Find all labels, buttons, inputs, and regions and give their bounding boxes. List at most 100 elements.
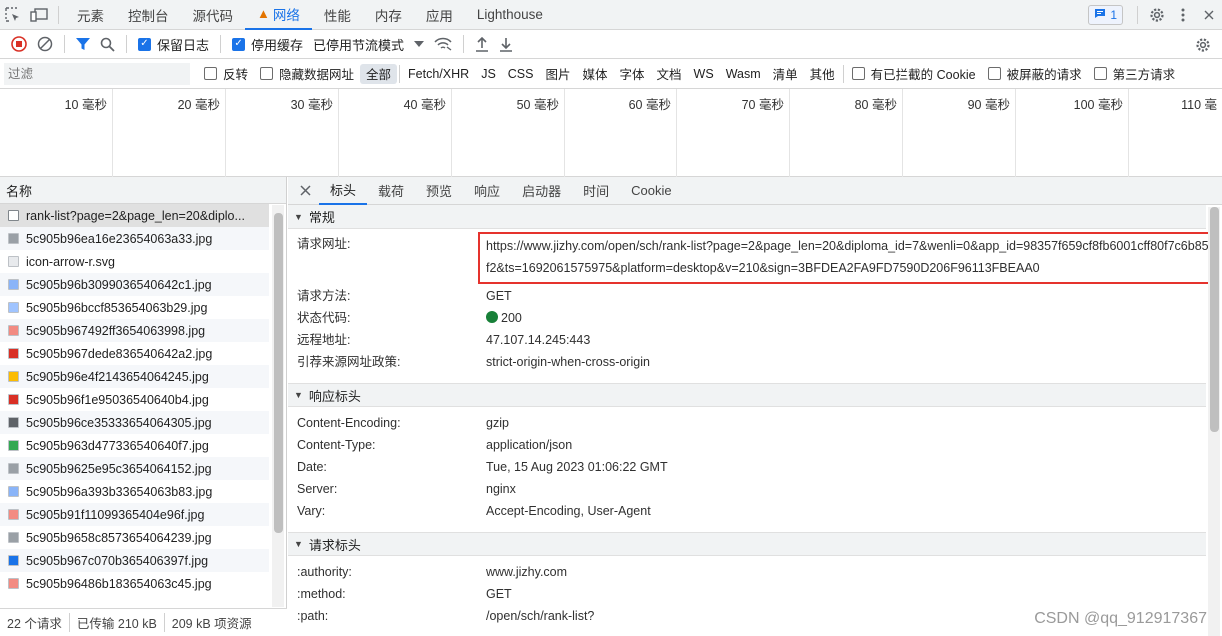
tab-console[interactable]: 控制台 [116, 0, 181, 30]
detail-scrollbar[interactable] [1208, 207, 1220, 636]
filter-type-wasm[interactable]: Wasm [720, 64, 767, 84]
tab-response[interactable]: 响应 [463, 177, 511, 205]
tab-lighthouse[interactable]: Lighthouse [465, 0, 555, 30]
request-row[interactable]: 5c905b963d477336540640f7.jpg [0, 434, 269, 457]
scrollbar-thumb[interactable] [274, 213, 283, 533]
tab-performance[interactable]: 性能 [312, 0, 363, 30]
request-row[interactable]: 5c905b967c070b365406397f.jpg [0, 549, 269, 572]
filter-type-css[interactable]: CSS [502, 64, 540, 84]
issues-badge[interactable]: 1 [1088, 5, 1123, 25]
filter-type-fetch-xhr[interactable]: Fetch/XHR [402, 64, 475, 84]
request-row[interactable]: 5c905b91f11099365404e96f.jpg [0, 503, 269, 526]
third-party-checkbox[interactable]: 第三方请求 [1088, 64, 1182, 84]
filter-type-js[interactable]: JS [475, 64, 502, 84]
tab-sources[interactable]: 源代码 [181, 0, 246, 30]
request-row[interactable]: 5c905b967dede836540642a2.jpg [0, 342, 269, 365]
request-name: icon-arrow-r.svg [26, 254, 115, 269]
tab-preview[interactable]: 预览 [415, 177, 463, 205]
request-row[interactable]: 5c905b96f1e95036540640b4.jpg [0, 388, 269, 411]
header-row: :authority: www.jizhy.com [288, 561, 1206, 583]
request-row[interactable]: rank-list?page=2&page_len=20&diplo... [0, 204, 269, 227]
blocked-cookies-checkbox[interactable]: 有已拦截的 Cookie [846, 64, 982, 84]
request-row[interactable]: 5c905b96e4f2143654064245.jpg [0, 365, 269, 388]
issues-count: 1 [1110, 8, 1117, 22]
close-detail-icon[interactable] [288, 177, 319, 205]
request-row[interactable]: 5c905b96b3099036540642c1.jpg [0, 273, 269, 296]
preserve-log-checkbox[interactable]: ✓ 保留日志 [133, 30, 214, 59]
blocked-requests-checkbox[interactable]: 被屏蔽的请求 [982, 64, 1088, 84]
timeline-overview[interactable]: 10 毫秒 20 毫秒 30 毫秒 40 毫秒 50 毫秒 60 毫秒 70 毫… [0, 89, 1222, 177]
general-section-header[interactable]: ▼ 常规 [288, 205, 1206, 229]
tab-memory[interactable]: 内存 [363, 0, 414, 30]
response-headers-section-header[interactable]: ▼ 响应标头 [288, 383, 1206, 407]
image-file-icon [8, 394, 19, 405]
clear-icon[interactable] [32, 30, 58, 59]
request-row[interactable]: 5c905b96bccf853654063b29.jpg [0, 296, 269, 319]
more-options-icon[interactable] [1170, 0, 1196, 30]
invert-label: 反转 [223, 68, 249, 82]
request-url-label: 请求网址: [297, 237, 351, 251]
device-toolbar-icon[interactable] [26, 0, 52, 30]
close-devtools-icon[interactable] [1196, 0, 1222, 30]
timeline-tick: 30 毫秒 [226, 89, 339, 177]
tab-cookies[interactable]: Cookie [620, 177, 682, 205]
tab-payload[interactable]: 载荷 [367, 177, 415, 205]
request-headers-section-header[interactable]: ▼ 请求标头 [288, 532, 1206, 556]
filter-icon[interactable] [71, 30, 95, 59]
tab-network[interactable]: ▲ 网络 [245, 0, 312, 30]
import-har-upload-icon[interactable] [470, 30, 494, 59]
request-row[interactable]: 5c905b9625e95c3654064152.jpg [0, 457, 269, 480]
request-row[interactable]: 5c905b967492ff3654063998.jpg [0, 319, 269, 342]
tab-timing[interactable]: 时间 [572, 177, 620, 205]
filter-input[interactable] [4, 62, 190, 85]
filter-type-other[interactable]: 其他 [804, 64, 841, 84]
collapse-triangle-icon: ▼ [294, 539, 303, 549]
tab-elements[interactable]: 元素 [65, 0, 116, 30]
disable-cache-checkbox[interactable]: ✓ 停用缓存 [227, 30, 308, 59]
network-settings-gear-icon[interactable] [1190, 30, 1216, 59]
request-row[interactable]: 5c905b96486b183654063c45.jpg [0, 572, 269, 595]
filter-bar: 反转 隐藏数据网址 全部 Fetch/XHR JS CSS 图片 媒体 字体 文… [0, 59, 1222, 89]
timeline-tick: 60 毫秒 [565, 89, 677, 177]
filter-type-all[interactable]: 全部 [360, 63, 398, 84]
header-name: Content-Encoding: [297, 416, 401, 430]
checkbox-icon [1093, 67, 1107, 80]
settings-gear-icon[interactable] [1144, 0, 1170, 30]
request-list-scrollbar[interactable] [272, 205, 284, 607]
filter-type-manifest[interactable]: 清单 [767, 64, 804, 84]
tab-application[interactable]: 应用 [414, 0, 465, 30]
request-list-panel: 名称 rank-list?page=2&page_len=20&diplo...… [0, 177, 287, 636]
scrollbar-thumb[interactable] [1210, 207, 1219, 432]
network-conditions-wifi-icon[interactable] [429, 30, 457, 59]
filter-type-doc[interactable]: 文档 [651, 64, 688, 84]
remote-address-row: 远程地址: 47.107.14.245:443 [288, 329, 1206, 351]
name-column-header[interactable]: 名称 [0, 177, 286, 204]
search-icon[interactable] [95, 30, 120, 59]
tab-headers[interactable]: 标头 [319, 177, 368, 205]
third-party-label: 第三方请求 [1112, 68, 1176, 82]
invert-checkbox[interactable]: 反转 [198, 64, 254, 84]
image-file-icon [8, 417, 19, 428]
inspect-element-icon[interactable] [0, 0, 26, 30]
request-row[interactable]: 5c905b96a393b33654063b83.jpg [0, 480, 269, 503]
image-file-icon [8, 578, 19, 589]
hide-data-urls-checkbox[interactable]: 隐藏数据网址 [254, 64, 360, 84]
filter-type-img[interactable]: 图片 [539, 64, 576, 84]
record-stop-icon[interactable] [6, 30, 32, 59]
dropdown-arrow-icon[interactable] [409, 30, 429, 59]
request-row[interactable]: 5c905b9658c8573654064239.jpg [0, 526, 269, 549]
header-value: nginx [486, 482, 516, 496]
request-name: 5c905b96a393b33654063b83.jpg [26, 484, 213, 499]
request-row[interactable]: 5c905b96ce35333654064305.jpg [0, 411, 269, 434]
filter-type-ws[interactable]: WS [688, 64, 720, 84]
export-har-download-icon[interactable] [494, 30, 518, 59]
tab-initiator[interactable]: 启动器 [511, 177, 572, 205]
filter-type-font[interactable]: 字体 [614, 64, 651, 84]
request-row[interactable]: icon-arrow-r.svg [0, 250, 269, 273]
filter-type-media[interactable]: 媒体 [577, 64, 614, 84]
request-row[interactable]: 5c905b96ea16e23654063a33.jpg [0, 227, 269, 250]
image-file-icon [8, 348, 19, 359]
request-name: 5c905b96e4f2143654064245.jpg [26, 369, 209, 384]
devtools-tabbar: 元素 控制台 源代码 ▲ 网络 性能 内存 应用 Lighthouse 1 [0, 0, 1222, 30]
throttling-select[interactable]: 已停用节流模式 [308, 30, 409, 59]
